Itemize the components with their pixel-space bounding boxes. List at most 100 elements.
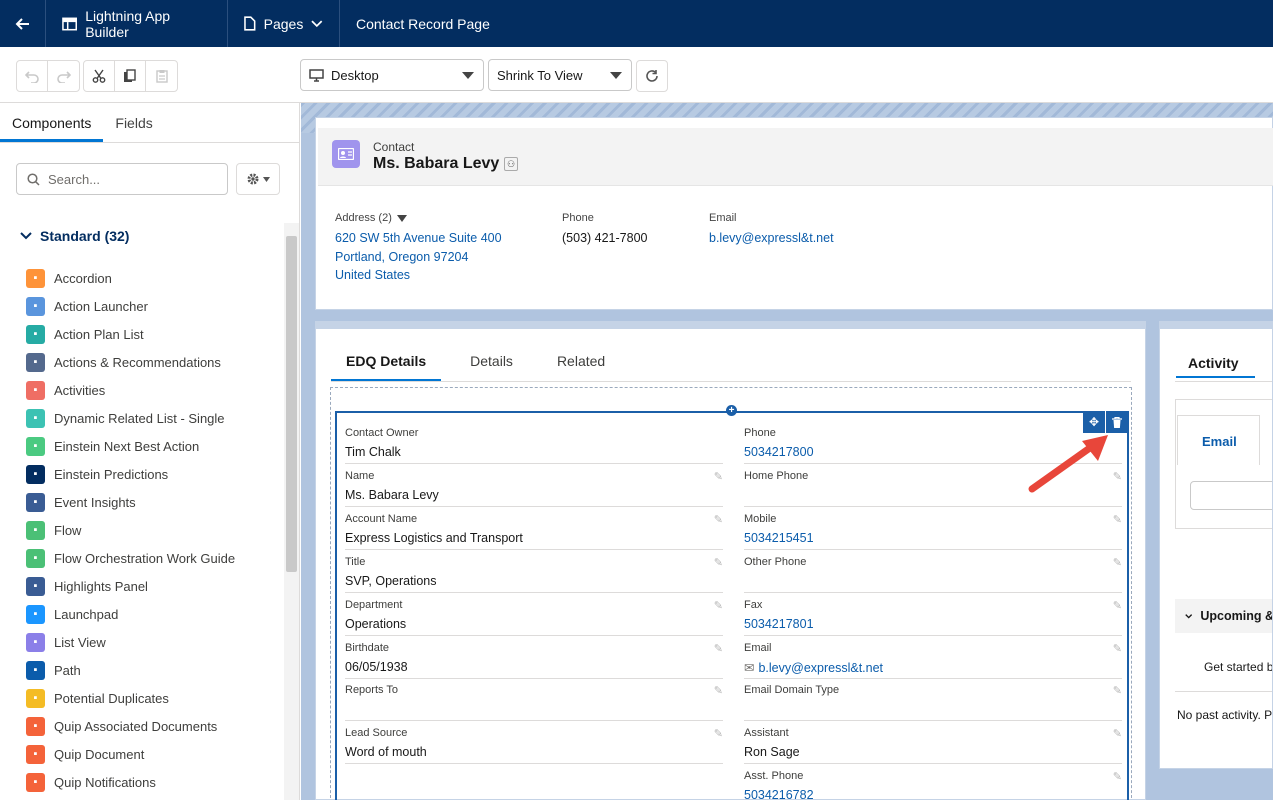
device-select[interactable]: Desktop [300,59,484,91]
email-tab[interactable]: Email [1177,415,1260,465]
hierarchy-button[interactable]: ⚇ [504,157,518,171]
pencil-edit-icon[interactable]: ✎ [714,684,723,697]
tab-details[interactable]: Details [455,345,528,381]
pencil-edit-icon[interactable]: ✎ [1113,727,1122,740]
upcoming-section[interactable]: Upcoming & [1175,599,1272,633]
component-label: Einstein Next Best Action [54,438,200,454]
email-link[interactable]: b.levy@expressl&t.net [758,661,883,675]
caret-down-icon[interactable] [396,214,407,222]
pencil-edit-icon[interactable]: ✎ [714,727,723,740]
field-label: Mobile [744,512,777,525]
address-line-3[interactable]: United States [335,266,502,285]
component-item[interactable]: ▪ Action Plan List [26,320,235,348]
object-type-label: Contact [373,140,415,154]
activity-tab[interactable]: Activity [1188,355,1239,371]
component-item[interactable]: ▪ Quip Notifications [26,768,235,796]
pencil-edit-icon[interactable]: ✎ [1113,513,1122,526]
add-component-button[interactable]: + [726,405,737,416]
lightning-icon: ▪ [26,296,45,316]
component-item[interactable]: ▪ Quip Associated Documents [26,712,235,740]
field-value[interactable]: 5034217801 [744,617,814,631]
app-builder-menu[interactable]: Lightning App Builder [46,0,228,47]
component-item[interactable]: ▪ Flow Orchestration Work Guide [26,544,235,572]
component-label: Action Launcher [54,298,148,314]
component-item[interactable]: ▪ Path [26,656,235,684]
copy-button[interactable] [115,61,146,91]
pencil-edit-icon[interactable]: ✎ [714,513,723,526]
tab-components[interactable]: Components [0,103,104,142]
highlights-region[interactable]: Contact Ms. Babara Levy ⚇ Address (2) 62… [315,117,1273,310]
component-item[interactable]: ▪ Quip Document [26,740,235,768]
email-compose-input[interactable] [1190,481,1272,510]
field-label: Email [744,641,772,654]
component-item[interactable]: ▪ Highlights Panel [26,572,235,600]
pencil-edit-icon[interactable]: ✎ [1113,470,1122,483]
selected-component[interactable]: Contact Owner Tim Chalk Name Ms. Babara Lev… [335,411,1129,800]
pages-menu[interactable]: Pages [228,0,340,47]
component-item[interactable]: ▪ Action Launcher [26,292,235,320]
field-value[interactable]: 5034217800 [744,445,814,459]
component-label: Launchpad [54,606,119,622]
field-row: Asst. Phone 5034216782 ✎ [744,764,1122,800]
pencil-edit-icon[interactable]: ✎ [1113,770,1122,783]
pencil-edit-icon[interactable]: ✎ [1113,556,1122,569]
view-select[interactable]: Shrink To View [488,59,632,91]
components-sidebar: Components Fields Search... Standard (32… [0,103,300,800]
copy-icon [124,69,136,82]
undo-button[interactable] [17,61,48,91]
record-name: Ms. Babara Levy [373,155,500,172]
component-item[interactable]: ▪ Flow [26,516,235,544]
no-past-activity-text: No past activity. Pa [1177,708,1273,722]
pencil-edit-icon[interactable]: ✎ [714,556,723,569]
quip-icon: ▪ [26,744,45,764]
component-item[interactable]: ▪ Einstein Next Best Action [26,432,235,460]
component-item[interactable]: ▪ Potential Duplicates [26,684,235,712]
component-label: List View [54,634,106,650]
address-line-2[interactable]: Portland, Oregon 97204 [335,248,502,267]
component-item[interactable]: ▪ List View [26,628,235,656]
details-region[interactable]: EDQ Details Details Related Contact Owne… [315,321,1146,800]
field-value[interactable]: ✉ b.levy@expressl&t.net [744,660,883,675]
tab-edq-details[interactable]: EDQ Details [331,345,442,381]
refresh-button[interactable] [636,60,668,92]
component-item[interactable]: ▪ Activities [26,376,235,404]
tab-related[interactable]: Related [542,345,620,381]
section-title: Standard (32) [40,228,130,244]
undo-redo-group [16,60,80,92]
activity-tab-indicator [1176,376,1255,378]
tab-fields[interactable]: Fields [103,103,164,142]
component-item[interactable]: ▪ Event Insights [26,488,235,516]
component-item[interactable]: ▪ Einstein Predictions [26,460,235,488]
search-input[interactable]: Search... [16,163,228,195]
back-button[interactable] [0,0,46,47]
pencil-edit-icon[interactable]: ✎ [714,599,723,612]
path-icon: ▪ [26,660,45,680]
sidebar-scrollbar-thumb[interactable] [286,236,297,572]
standard-section-toggle[interactable]: Standard (32) [20,228,129,244]
field-value[interactable]: 5034216782 [744,788,814,800]
pencil-edit-icon[interactable]: ✎ [1113,599,1122,612]
quip-icon: ▪ [26,772,45,792]
pencil-edit-icon[interactable]: ✎ [1113,684,1122,697]
paste-button[interactable] [146,61,177,91]
email-value[interactable]: b.levy@expressl&t.net [709,229,834,248]
redo-button[interactable] [48,61,79,91]
component-item[interactable]: ▪ Accordion [26,264,235,292]
settings-menu-button[interactable] [236,163,280,195]
field-label: Email Domain Type [744,684,840,697]
address-line-1[interactable]: 620 SW 5th Avenue Suite 400 [335,229,502,248]
component-item[interactable]: ▪ Launchpad [26,600,235,628]
component-item[interactable]: ▪ Actions & Recommendations [26,348,235,376]
chevron-down-icon [1185,613,1193,619]
cut-button[interactable] [84,61,115,91]
pencil-edit-icon[interactable]: ✎ [714,642,723,655]
list-view-icon: ▪ [26,632,45,652]
pencil-edit-icon[interactable]: ✎ [714,470,723,483]
field-value[interactable]: 5034215451 [744,531,814,545]
record-header: Contact Ms. Babara Levy ⚇ [318,128,1273,186]
activity-region[interactable]: Activity Email Upcoming & Get started by… [1159,321,1273,769]
page-canvas: Contact Ms. Babara Levy ⚇ Address (2) 62… [301,103,1273,800]
pencil-edit-icon[interactable]: ✎ [1113,642,1122,655]
get-started-text: Get started by [1204,660,1273,674]
component-item[interactable]: ▪ Dynamic Related List - Single [26,404,235,432]
